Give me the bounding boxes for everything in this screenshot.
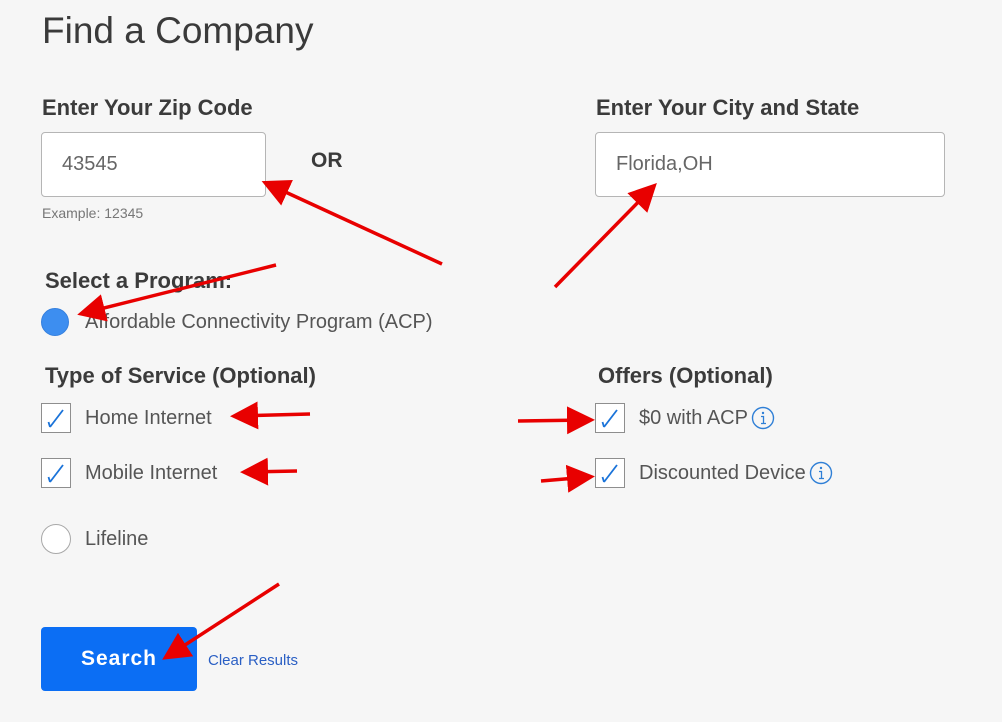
radio-lifeline[interactable] <box>41 524 71 554</box>
checkmark-icon <box>47 464 64 483</box>
service-option-label: Lifeline <box>85 527 149 550</box>
zip-label: Enter Your Zip Code <box>42 95 253 120</box>
info-icon[interactable] <box>751 406 775 430</box>
checkmark-icon <box>47 409 64 428</box>
service-option-mobile-internet[interactable]: Mobile Internet <box>41 458 217 488</box>
or-separator: OR <box>311 149 343 172</box>
checkmark-icon <box>601 464 618 483</box>
arrow-to-home-internet <box>230 401 311 430</box>
offers-label: Offers (Optional) <box>598 363 773 388</box>
clear-results-link[interactable]: Clear Results <box>208 652 298 669</box>
checkbox-discounted-device[interactable] <box>595 458 625 488</box>
service-option-lifeline[interactable]: Lifeline <box>41 524 148 554</box>
arrow-to-city <box>553 183 657 289</box>
checkbox-mobile-internet[interactable] <box>41 458 71 488</box>
service-option-home-internet[interactable]: Home Internet <box>41 403 212 433</box>
city-state-label: Enter Your City and State <box>596 95 860 120</box>
service-label: Type of Service (Optional) <box>45 363 316 388</box>
arrow-to-discounted-device <box>540 464 595 493</box>
program-label: Select a Program: <box>45 268 233 293</box>
offer-option-label: Discounted Device <box>639 461 806 484</box>
program-option-label: Affordable Connectivity Program (ACP) <box>85 310 433 333</box>
service-option-label: Mobile Internet <box>85 461 218 484</box>
city-state-input[interactable] <box>595 132 945 197</box>
arrow-to-mobile-internet <box>240 457 298 486</box>
checkbox-home-internet[interactable] <box>41 403 71 433</box>
page-title: Find a Company <box>42 10 314 51</box>
offer-option-zero-with-acp[interactable]: $0 with ACP <box>595 403 775 433</box>
zip-hint: Example: 12345 <box>42 205 144 221</box>
info-icon[interactable] <box>809 461 833 485</box>
radio-acp-selected[interactable] <box>41 308 69 336</box>
checkmark-icon <box>601 409 618 428</box>
search-button[interactable]: Search <box>41 627 197 691</box>
program-option-acp[interactable]: Affordable Connectivity Program (ACP) <box>41 308 433 336</box>
offer-option-label: $0 with ACP <box>639 406 748 429</box>
arrow-to-zip <box>261 180 443 266</box>
zip-code-input[interactable] <box>41 132 266 197</box>
arrow-to-zero-acp <box>517 406 595 435</box>
offer-option-discounted-device[interactable]: Discounted Device <box>595 458 833 488</box>
checkbox-zero-with-acp[interactable] <box>595 403 625 433</box>
service-option-label: Home Internet <box>85 406 212 429</box>
